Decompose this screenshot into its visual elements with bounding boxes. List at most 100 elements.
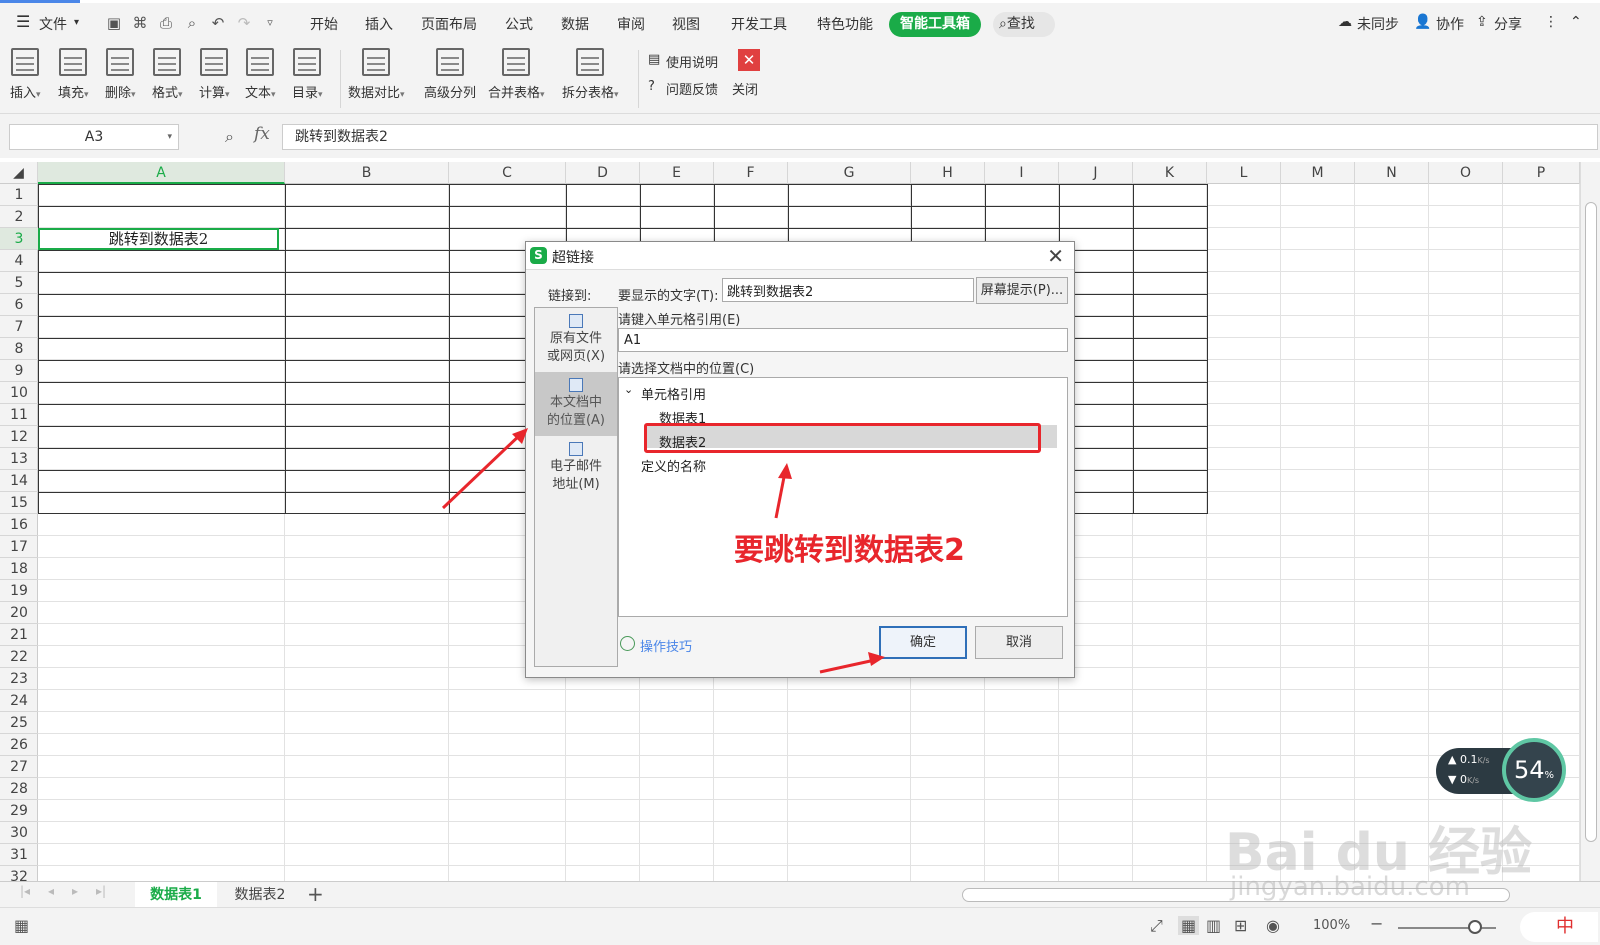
row-header-26[interactable]: 26 xyxy=(0,734,38,756)
link-existing-file[interactable]: 原有文件 或网页(X) xyxy=(535,308,617,372)
column-header-l[interactable]: L xyxy=(1207,162,1281,184)
ribbon-toc-button[interactable]: 目录▾ xyxy=(292,48,323,101)
row-header-25[interactable]: 25 xyxy=(0,712,38,734)
tab-data[interactable]: 数据 xyxy=(561,14,589,34)
column-header-j[interactable]: J xyxy=(1059,162,1133,184)
column-header-e[interactable]: E xyxy=(640,162,714,184)
ribbon-insert-button[interactable]: 插入▾ xyxy=(10,48,41,101)
select-all-corner[interactable]: ◢ xyxy=(0,162,38,184)
zoom-slider-knob[interactable] xyxy=(1468,920,1482,934)
redo-icon[interactable]: ↷ xyxy=(234,13,254,33)
chevron-down-icon[interactable]: ▾ xyxy=(167,125,172,149)
next-sheet-icon[interactable]: ▸ xyxy=(72,884,78,898)
row-header-1[interactable]: 1 xyxy=(0,184,38,206)
ribbon-format-button[interactable]: 格式▾ xyxy=(152,48,183,101)
row-header-18[interactable]: 18 xyxy=(0,558,38,580)
row-header-15[interactable]: 15 xyxy=(0,492,38,514)
row-header-2[interactable]: 2 xyxy=(0,206,38,228)
column-header-m[interactable]: M xyxy=(1281,162,1355,184)
sheet-tab-2[interactable]: 数据表2 xyxy=(219,882,301,908)
tab-review[interactable]: 审阅 xyxy=(617,14,645,34)
play-icon[interactable] xyxy=(620,636,635,651)
row-header-3[interactable]: 3 xyxy=(0,228,38,250)
page-break-view-icon[interactable]: ⊞ xyxy=(1234,916,1247,935)
name-box[interactable]: A3 ▾ xyxy=(9,124,179,150)
ribbon-text-button[interactable]: 文本▾ xyxy=(245,48,276,101)
column-header-a[interactable]: A xyxy=(38,162,285,184)
zoom-search-icon[interactable]: ⌕ xyxy=(225,127,234,147)
hamburger-icon[interactable]: ☰ xyxy=(16,12,30,31)
row-header-16[interactable]: 16 xyxy=(0,514,38,536)
ribbon-split-table-button[interactable]: 拆分表格▾ xyxy=(562,48,619,101)
row-header-28[interactable]: 28 xyxy=(0,778,38,800)
share-icon[interactable]: ⇪ xyxy=(1476,14,1488,30)
fx-icon[interactable]: fx xyxy=(254,124,270,144)
save-icon[interactable]: ▣ xyxy=(104,13,124,33)
collab-button[interactable]: 协作 xyxy=(1436,14,1464,34)
more-icon[interactable]: ⋮ xyxy=(1544,14,1558,30)
link-email[interactable]: 电子邮件 地址(M) xyxy=(535,436,617,500)
dialog-title-bar[interactable]: S 超链接 ✕ xyxy=(526,242,1074,270)
row-header-6[interactable]: 6 xyxy=(0,294,38,316)
row-header-4[interactable]: 4 xyxy=(0,250,38,272)
sync-status[interactable]: 未同步 xyxy=(1357,14,1399,34)
tab-developer[interactable]: 开发工具 xyxy=(731,14,787,34)
cloud-icon[interactable]: ☁ xyxy=(1338,14,1352,30)
ribbon-split-column-button[interactable]: 高级分列 xyxy=(424,48,476,101)
tab-formulas[interactable]: 公式 xyxy=(505,14,533,34)
ribbon-calc-button[interactable]: 计算▾ xyxy=(199,48,230,101)
tree-node-cell-ref[interactable]: 单元格引用 xyxy=(641,384,706,403)
row-header-12[interactable]: 12 xyxy=(0,426,38,448)
row-header-8[interactable]: 8 xyxy=(0,338,38,360)
tips-link[interactable]: 操作技巧 xyxy=(640,636,692,655)
tab-insert[interactable]: 插入 xyxy=(365,14,393,34)
customize-icon[interactable]: ▿ xyxy=(260,13,280,33)
ribbon-merge-table-button[interactable]: 合并表格▾ xyxy=(488,48,545,101)
row-header-17[interactable]: 17 xyxy=(0,536,38,558)
share-button[interactable]: 分享 xyxy=(1494,14,1522,34)
macro-icon[interactable]: ▦ xyxy=(14,916,29,935)
cell-a3[interactable]: 跳转到数据表2 xyxy=(38,228,279,250)
column-header-d[interactable]: D xyxy=(566,162,640,184)
manual-icon[interactable]: ▤ xyxy=(648,52,660,67)
add-sheet-button[interactable]: + xyxy=(307,882,324,906)
row-header-27[interactable]: 27 xyxy=(0,756,38,778)
column-header-n[interactable]: N xyxy=(1355,162,1429,184)
zoom-level[interactable]: 100% xyxy=(1313,918,1350,933)
tab-smart-toolbox[interactable]: 智能工具箱 xyxy=(889,12,981,37)
format-painter-icon[interactable]: ⌘ xyxy=(130,13,150,33)
column-header-i[interactable]: I xyxy=(985,162,1059,184)
display-text-input[interactable] xyxy=(722,278,974,302)
column-header-k[interactable]: K xyxy=(1133,162,1207,184)
network-speed-widget[interactable]: ▲ 0.1K/s ▼ 0K/s 54% xyxy=(1436,738,1566,804)
chevron-down-icon[interactable]: ▾ xyxy=(74,17,79,28)
column-header-p[interactable]: P xyxy=(1503,162,1580,184)
collapse-ribbon-icon[interactable]: ⌃ xyxy=(1570,14,1582,30)
column-header-g[interactable]: G xyxy=(788,162,911,184)
row-header-19[interactable]: 19 xyxy=(0,580,38,602)
fullscreen-icon[interactable]: ⤢ xyxy=(1150,916,1163,936)
ribbon-fill-button[interactable]: 填充▾ xyxy=(58,48,89,101)
cancel-button[interactable]: 取消 xyxy=(975,626,1063,659)
user-icon[interactable]: 👤 xyxy=(1414,14,1431,30)
vertical-scrollbar[interactable] xyxy=(1580,162,1600,881)
ok-button[interactable]: 确定 xyxy=(879,626,967,659)
row-header-14[interactable]: 14 xyxy=(0,470,38,492)
last-sheet-icon[interactable]: ▸| xyxy=(96,884,106,898)
column-header-f[interactable]: F xyxy=(714,162,788,184)
sheet-tab-1[interactable]: 数据表1 xyxy=(135,882,217,908)
column-header-c[interactable]: C xyxy=(449,162,566,184)
print-icon[interactable]: ⎙ xyxy=(156,13,176,33)
prev-sheet-icon[interactable]: ◂ xyxy=(48,884,54,898)
column-header-b[interactable]: B xyxy=(285,162,449,184)
page-layout-view-icon[interactable]: ▥ xyxy=(1206,916,1221,935)
tab-home[interactable]: 开始 xyxy=(310,14,338,34)
scrollbar-thumb[interactable] xyxy=(1585,202,1597,842)
link-this-document[interactable]: 本文档中 的位置(A) xyxy=(535,372,617,436)
print-preview-icon[interactable]: ⌕ xyxy=(182,13,202,33)
undo-icon[interactable]: ↶ xyxy=(208,13,228,33)
tab-page-layout[interactable]: 页面布局 xyxy=(421,14,477,34)
tree-node-defined-names[interactable]: 定义的名称 xyxy=(641,456,706,475)
row-header-13[interactable]: 13 xyxy=(0,448,38,470)
formula-input[interactable]: 跳转到数据表2 xyxy=(282,124,1598,150)
